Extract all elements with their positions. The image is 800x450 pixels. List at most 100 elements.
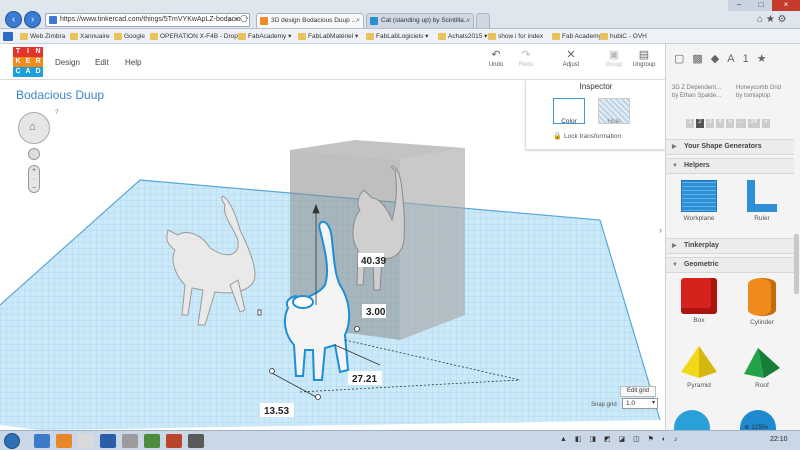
- close-tab-icon[interactable]: ×: [356, 14, 360, 27]
- design-title[interactable]: Bodacious Duup: [16, 88, 104, 102]
- section-shape-generators[interactable]: ▶ Your Shape Generators: [666, 139, 794, 155]
- home-view-icon[interactable]: ⌂: [29, 121, 36, 133]
- helper-ruler[interactable]: Ruler: [732, 180, 792, 222]
- thingiverse-tab-icon: [370, 17, 378, 25]
- home-icon[interactable]: ⌂ ★ ⚙: [757, 14, 787, 25]
- page-4[interactable]: 4: [716, 119, 724, 128]
- zoom-control[interactable]: + · −: [28, 165, 40, 193]
- undo-button[interactable]: ↶ Undo: [480, 48, 512, 68]
- design-viewport[interactable]: 40.39 3.00 27.21 13.53 Bodacious Duup ⌂ …: [0, 80, 665, 430]
- pyramid-icon: [681, 346, 717, 378]
- bookmark-item[interactable]: Achats2015 ▾: [438, 31, 487, 42]
- next-page[interactable]: »: [762, 119, 770, 128]
- logo-letter: K: [13, 57, 23, 67]
- orbit-control[interactable]: ⌂: [18, 112, 50, 144]
- clock[interactable]: 22:10: [770, 436, 788, 443]
- logo-letter: C: [13, 67, 23, 77]
- logo-letter: T: [13, 47, 23, 57]
- tab-3d-design[interactable]: 3D design Bodacious Duup ... ×: [256, 13, 364, 28]
- section-tinkerplay[interactable]: ▶ Tinkerplay: [666, 238, 794, 254]
- shape-pyramid[interactable]: Pyramid: [669, 344, 729, 389]
- color-button[interactable]: Color: [553, 98, 585, 125]
- dimension-elevation[interactable]: 3.00: [362, 304, 386, 318]
- tab-cat-thing[interactable]: Cat (standing up) by Scintilla... ×: [366, 13, 474, 28]
- edit-grid-button[interactable]: Edit grid: [620, 386, 656, 397]
- elevation-value: 3.00: [366, 307, 386, 318]
- dimension-length[interactable]: 27.21: [348, 371, 382, 385]
- bookmark-item[interactable]: show i for index: [488, 31, 543, 42]
- app-icon[interactable]: [122, 434, 138, 448]
- group-button[interactable]: ▣ Group: [598, 48, 630, 68]
- page-1[interactable]: 1: [686, 119, 694, 128]
- bookmark-item[interactable]: OPERATION X-F4B - Drop...: [150, 31, 243, 42]
- ie-icon[interactable]: [34, 434, 50, 448]
- minimize-button[interactable]: –: [728, 0, 750, 11]
- dimension-height[interactable]: 40.39: [358, 253, 386, 267]
- page-24[interactable]: 24: [748, 119, 760, 128]
- redo-button[interactable]: ↷ Redo: [510, 48, 542, 68]
- section-geometric[interactable]: ▼ Geometric: [666, 257, 794, 273]
- address-bar[interactable]: https://www.tinkercad.com/things/5TmVYKw…: [45, 13, 250, 27]
- menu-help[interactable]: Help: [125, 58, 141, 67]
- hole-button[interactable]: Hole: [598, 98, 630, 125]
- word-icon[interactable]: [100, 434, 116, 448]
- snap-grid-label: Snap grid: [591, 402, 617, 408]
- sidebar-scrollbar[interactable]: [794, 234, 799, 294]
- page-5[interactable]: 5: [726, 119, 734, 128]
- firefox-icon[interactable]: [56, 434, 72, 448]
- close-tab-icon[interactable]: ×: [466, 14, 470, 27]
- snap-grid-select[interactable]: 1.0 ▾: [622, 398, 658, 409]
- lock-icon[interactable]: 🔒: [553, 132, 562, 140]
- favorites-icon[interactable]: [3, 32, 13, 41]
- bookmark-item[interactable]: hubiC - OVH: [600, 31, 647, 42]
- bookmark-item[interactable]: Fab Academy: [552, 31, 602, 42]
- featured-thing-2[interactable]: Honeycomb Grid by tomlaptop: [736, 84, 796, 100]
- menu-design[interactable]: Design: [55, 58, 80, 67]
- back-button[interactable]: ‹: [5, 11, 22, 28]
- shape-cylinder[interactable]: Cylinder: [732, 278, 792, 326]
- bookmark-item[interactable]: FabLabLogiciels ▾: [366, 31, 428, 42]
- bookmark-item[interactable]: Web Zimbra: [20, 31, 65, 42]
- new-tab-button[interactable]: [476, 13, 490, 28]
- app-icon[interactable]: [188, 434, 204, 448]
- logo-letter: N: [33, 47, 43, 57]
- system-tray-icons[interactable]: ▲ ◧ ◨ ◩ ◪ ◫ ⚑ ◐ ♪: [560, 435, 730, 447]
- app-icon[interactable]: [166, 434, 182, 448]
- help-icon[interactable]: ?: [55, 110, 58, 116]
- url-text: https://www.tinkercad.com/things/5TmVYKw…: [60, 16, 241, 23]
- page-3[interactable]: 3: [706, 119, 714, 128]
- featured-thing-1[interactable]: 3D Z Dependent... by Ethan Spalde...: [672, 84, 732, 100]
- forward-button[interactable]: ›: [24, 11, 41, 28]
- sphere-shape-partial[interactable]: [674, 410, 710, 430]
- cylinder-icon: [748, 278, 776, 316]
- hole-box-side[interactable]: [400, 148, 465, 340]
- bookmark-item[interactable]: FabLabMatériel ▾: [298, 31, 358, 42]
- logo-letter: E: [23, 57, 33, 67]
- shape-roof[interactable]: Roof: [732, 344, 792, 389]
- inspector-panel: Inspector Color Hole 🔒 Lock transformati…: [525, 80, 665, 150]
- bookmark-item[interactable]: Google: [114, 31, 145, 42]
- start-button[interactable]: [4, 433, 20, 449]
- bookmark-item[interactable]: FabAcademy ▾: [238, 31, 291, 42]
- section-helpers[interactable]: ▼ Helpers: [666, 158, 794, 174]
- ungroup-button[interactable]: ▤ Ungroup: [628, 48, 660, 68]
- explorer-icon[interactable]: [78, 434, 94, 448]
- zoom-indicator[interactable]: ⊕ 125%: [744, 423, 768, 431]
- lock-transformation-label[interactable]: Lock transformation: [564, 133, 621, 140]
- bookmark-item[interactable]: Xannuaire: [70, 31, 110, 42]
- tinkercad-logo[interactable]: T I N K E R C A D: [13, 47, 43, 77]
- undo-icon: ↶: [491, 49, 501, 61]
- helper-workplane[interactable]: Workplane: [669, 180, 729, 222]
- close-window-button[interactable]: ×: [772, 0, 800, 11]
- search-icon[interactable]: ⌕ ▾ ⟳: [228, 15, 249, 25]
- dimension-width[interactable]: 13.53: [260, 403, 294, 417]
- adjust-button[interactable]: ✕ Adjust: [555, 48, 587, 68]
- fit-view-button[interactable]: [28, 148, 40, 160]
- chevron-right-icon: ▶: [672, 144, 677, 150]
- page-2[interactable]: 2: [696, 119, 704, 128]
- app-icon[interactable]: [144, 434, 160, 448]
- library-tabs[interactable]: ▢▩◆A1★: [674, 52, 794, 70]
- maximize-button[interactable]: □: [750, 0, 772, 11]
- shape-box[interactable]: Box: [669, 278, 729, 324]
- menu-edit[interactable]: Edit: [95, 58, 109, 67]
